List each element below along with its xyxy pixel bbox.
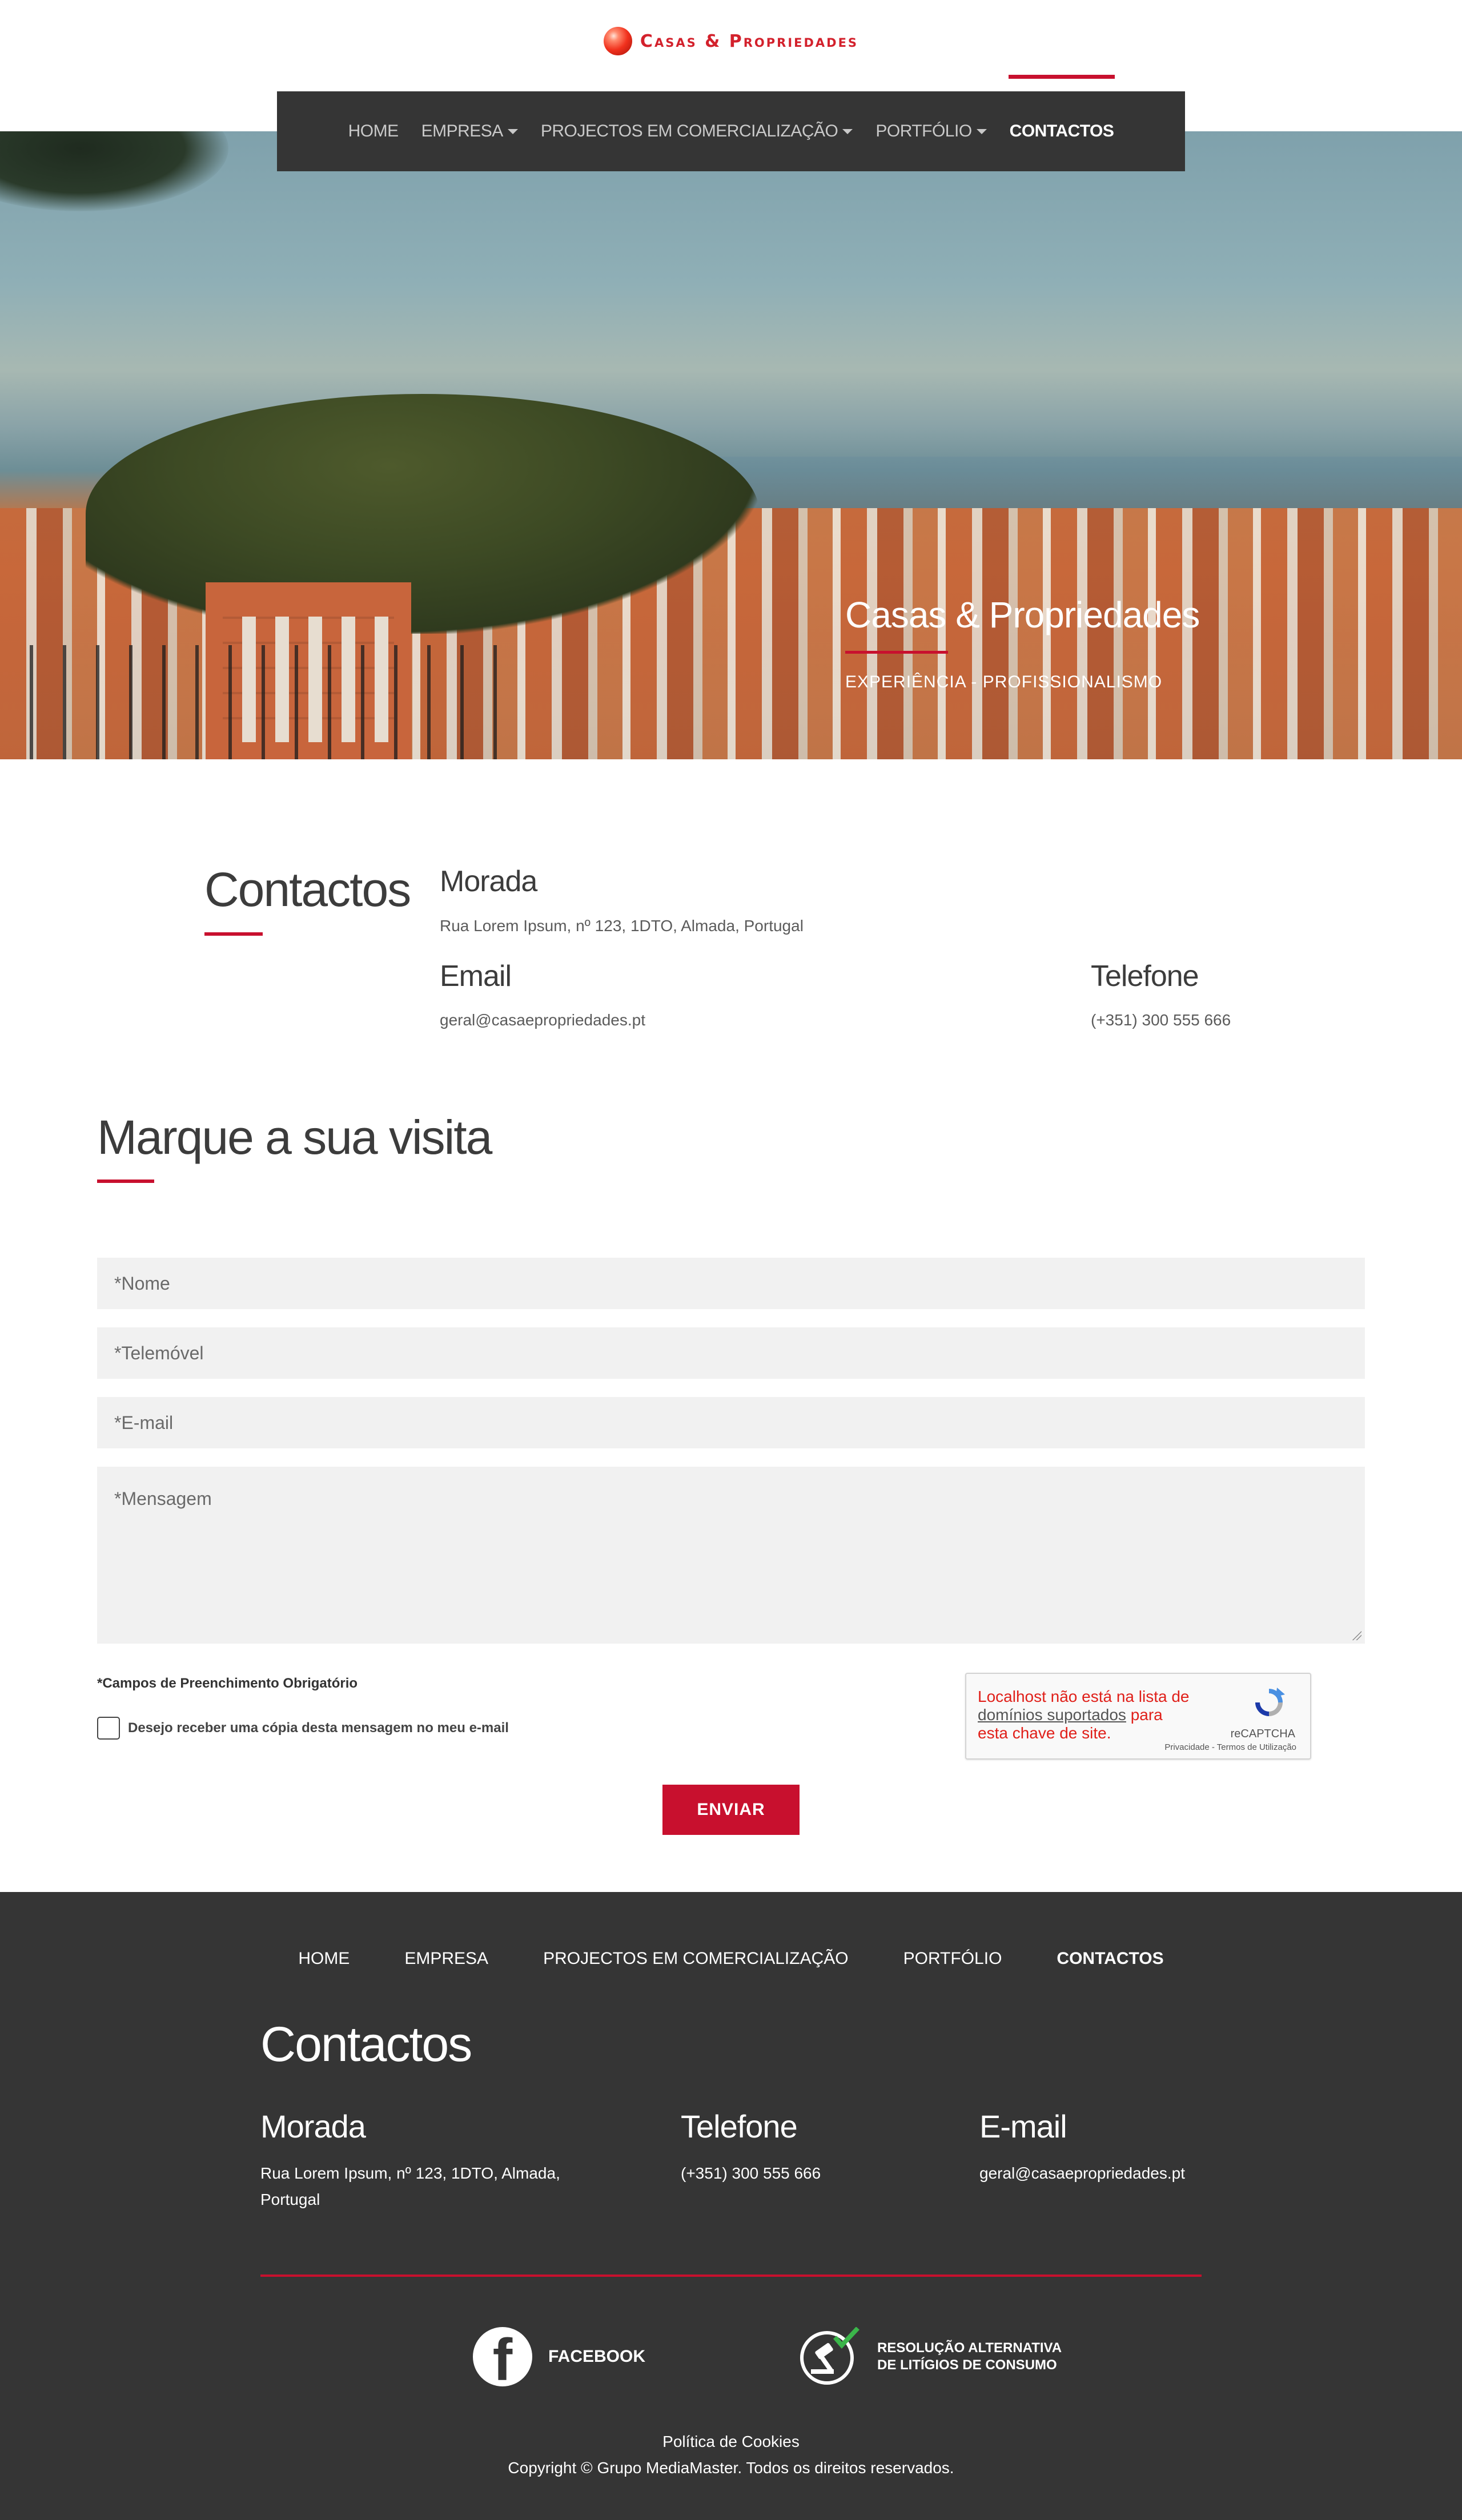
footer-legal: Política de Cookies Copyright © Grupo Me…: [0, 2429, 1462, 2481]
footer: HOME EMPRESA PROJECTOS EM COMERCIALIZAÇÃ…: [0, 1892, 1462, 2520]
recaptcha-error-text: Localhost não está na lista de: [978, 1688, 1190, 1705]
mobile-placeholder: *Telemóvel: [114, 1342, 204, 1363]
copyright-text: Copyright © Grupo MediaMaster. Todos os …: [508, 2459, 954, 2477]
nav-item-portfolio[interactable]: PORTFÓLIO: [875, 122, 987, 141]
contacts-title-underline: [204, 932, 263, 936]
footer-email-label: E-mail: [979, 2108, 1067, 2144]
name-placeholder: *Nome: [114, 1273, 170, 1294]
form-title-underline: [97, 1180, 154, 1183]
resize-grip-icon[interactable]: [1352, 1631, 1361, 1640]
mobile-input[interactable]: *Telemóvel: [97, 1327, 1365, 1379]
message-textarea[interactable]: *Mensagem: [97, 1467, 1365, 1644]
send-button[interactable]: ENVIAR: [662, 1785, 800, 1835]
footer-address-value: Rua Lorem Ipsum, nº 123, 1DTO, Almada, P…: [260, 2160, 560, 2213]
nav-item-empresa[interactable]: EMPRESA: [421, 122, 518, 141]
hero-river: [657, 457, 1462, 508]
footer-nav-portfolio[interactable]: PORTFÓLIO: [903, 1949, 1002, 1969]
recaptcha-error: Localhost não está na lista de domínios …: [978, 1688, 1195, 1742]
recaptcha-domains-link[interactable]: domínios suportados: [978, 1706, 1126, 1724]
nav-item-label: EMPRESA: [421, 122, 504, 140]
facebook-icon: f: [473, 2327, 532, 2386]
ral-link[interactable]: RESOLUÇÃO ALTERNATIVA DE LITÍGIOS DE CON…: [798, 2327, 1062, 2386]
name-input[interactable]: *Nome: [97, 1258, 1365, 1309]
ral-label-line: RESOLUÇÃO ALTERNATIVA: [877, 2340, 1062, 2356]
hero-title: Casas & Propriedades: [845, 594, 1200, 635]
brand-logo[interactable]: Casas & Propriedades: [0, 24, 1462, 58]
copy-checkbox[interactable]: [97, 1717, 120, 1740]
footer-nav-contactos[interactable]: CONTACTOS: [1057, 1949, 1163, 1969]
footer-title: Contactos: [260, 2017, 472, 2072]
phone-label: Telefone: [1091, 960, 1199, 993]
brand-name: Casas & Propriedades: [640, 31, 859, 51]
nav-item-label: HOME: [348, 122, 399, 140]
footer-phone-label: Telefone: [681, 2108, 798, 2144]
cookies-policy-link[interactable]: Política de Cookies: [0, 2429, 1462, 2455]
hero-banner: [0, 131, 1462, 759]
caret-down-icon: [976, 128, 987, 134]
contacts-title: Contactos: [204, 863, 411, 916]
facebook-link[interactable]: f FACEBOOK: [473, 2327, 645, 2386]
footer-nav-home[interactable]: HOME: [298, 1949, 350, 1969]
nav-item-projectos[interactable]: PROJECTOS EM COMERCIALIZAÇÃO: [541, 122, 853, 141]
nav-item-label: PORTFÓLIO: [875, 122, 972, 140]
nav-item-label: PROJECTOS EM COMERCIALIZAÇÃO: [540, 122, 838, 140]
footer-address-label: Morada: [260, 2108, 366, 2144]
form-title: Marque a sua visita: [97, 1110, 492, 1164]
nav-item-label: CONTACTOS: [1009, 122, 1114, 140]
hero-railing: [0, 645, 514, 759]
phone-value[interactable]: (+351) 300 555 666: [1091, 1011, 1231, 1029]
message-placeholder: *Mensagem: [114, 1488, 212, 1509]
nav-item-home[interactable]: HOME: [348, 122, 399, 141]
caret-down-icon: [507, 128, 518, 134]
footer-nav: HOME EMPRESA PROJECTOS EM COMERCIALIZAÇÃ…: [0, 1949, 1462, 1969]
required-fields-note: *Campos de Preenchimento Obrigatório: [97, 1676, 358, 1691]
hero-castle-hill: [86, 394, 760, 634]
email-value[interactable]: geral@casaepropriedades.pt: [440, 1011, 645, 1029]
ral-label: RESOLUÇÃO ALTERNATIVA DE LITÍGIOS DE CON…: [877, 2340, 1062, 2374]
recaptcha-brand: reCAPTCHA: [1230, 1728, 1295, 1740]
copy-checkbox-label[interactable]: Desejo receber uma cópia desta mensagem …: [128, 1720, 509, 1736]
footer-phone-value[interactable]: (+351) 300 555 666: [681, 2160, 821, 2187]
email-input[interactable]: *E-mail: [97, 1397, 1365, 1448]
main-nav: HOME EMPRESA PROJECTOS EM COMERCIALIZAÇÃ…: [277, 75, 1185, 171]
logo-ball-icon: [603, 27, 632, 55]
recaptcha-widget[interactable]: Localhost não está na lista de domínios …: [965, 1673, 1311, 1760]
email-placeholder: *E-mail: [114, 1412, 174, 1433]
copy-checkbox-row[interactable]: Desejo receber uma cópia desta mensagem …: [97, 1717, 509, 1740]
facebook-label: FACEBOOK: [548, 2347, 646, 2366]
footer-email-value[interactable]: geral@casaepropriedades.pt: [979, 2160, 1185, 2187]
hero-subtitle: EXPERIÊNCIA - PROFISSIONALISMO: [845, 673, 1163, 691]
footer-address-line: Portugal: [260, 2191, 320, 2208]
email-label: Email: [440, 960, 512, 993]
address-label: Morada: [440, 865, 537, 898]
nav-item-contactos[interactable]: CONTACTOS: [1008, 75, 1115, 141]
ral-gavel-icon: [800, 2327, 859, 2385]
footer-address-line: Rua Lorem Ipsum, nº 123, 1DTO, Almada,: [260, 2164, 560, 2182]
footer-nav-projectos[interactable]: PROJECTOS EM COMERCIALIZAÇÃO: [543, 1949, 849, 1969]
hero-title-underline: [845, 651, 948, 654]
footer-divider: [260, 2275, 1202, 2277]
caret-down-icon: [842, 128, 853, 134]
recaptcha-icon: [1255, 1688, 1285, 1716]
recaptcha-terms-link[interactable]: Privacidade - Termos de Utilização: [1164, 1742, 1296, 1752]
footer-nav-empresa[interactable]: EMPRESA: [404, 1949, 488, 1969]
hero-tree: [0, 131, 228, 211]
address-value: Rua Lorem Ipsum, nº 123, 1DTO, Almada, P…: [440, 917, 804, 935]
ral-label-line: DE LITÍGIOS DE CONSUMO: [877, 2357, 1057, 2373]
